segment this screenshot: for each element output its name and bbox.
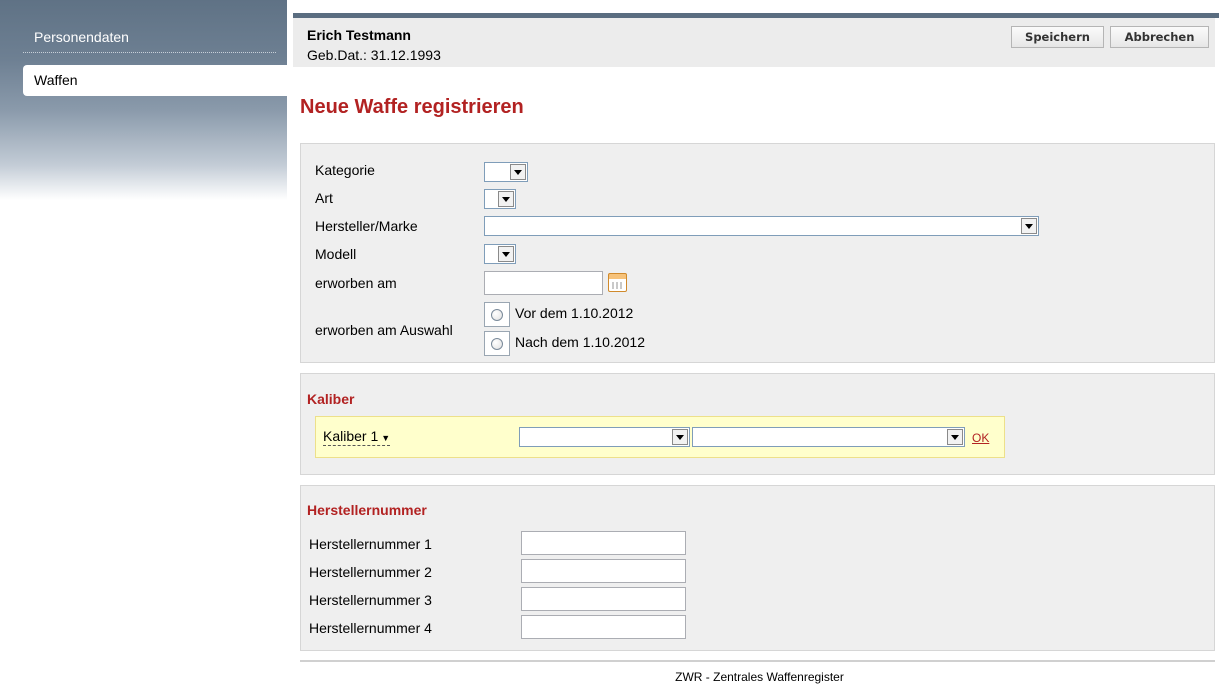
option-after-label[interactable]: Nach dem 1.10.2012 [515, 334, 645, 350]
serial-panel: Herstellernummer Herstellernummer 1 Hers… [300, 485, 1215, 651]
sidebar-item-personendaten[interactable]: Personendaten [23, 20, 276, 53]
chevron-down-icon[interactable] [672, 429, 688, 445]
modell-select[interactable] [484, 244, 516, 264]
chevron-down-icon[interactable] [510, 164, 526, 180]
hersteller-label: Hersteller/Marke [315, 218, 418, 234]
cancel-button[interactable]: Abbrechen [1110, 26, 1209, 48]
calibre-row: Kaliber 1 ▼ OK [315, 416, 1005, 458]
calibre-select-1[interactable] [519, 427, 690, 447]
person-header: Erich Testmann Geb.Dat.: 31.12.1993 Spei… [293, 18, 1215, 67]
calibre-row-text: Kaliber 1 [323, 428, 379, 444]
calibre-ok-link[interactable]: OK [972, 431, 989, 445]
calibre-section-title: Kaliber [307, 391, 355, 407]
sidebar-item-waffen[interactable]: Waffen [23, 65, 287, 96]
kategorie-label: Kategorie [315, 162, 375, 178]
calendar-icon[interactable] [608, 273, 627, 292]
chevron-down-icon[interactable] [947, 429, 963, 445]
chevron-down-icon[interactable] [1021, 218, 1037, 234]
serial-label-1: Herstellernummer 1 [309, 536, 432, 552]
save-button[interactable]: Speichern [1011, 26, 1104, 48]
chevron-down-icon[interactable] [498, 246, 514, 262]
page-title: Neue Waffe registrieren [300, 96, 524, 118]
serial-input-3[interactable] [521, 587, 686, 611]
footer-divider [300, 660, 1215, 662]
option-before-label[interactable]: Vor dem 1.10.2012 [515, 305, 633, 321]
calibre-select-2[interactable] [692, 427, 965, 447]
radio-icon[interactable] [491, 338, 503, 350]
erworben-label: erworben am [315, 275, 397, 291]
calibre-panel: Kaliber Kaliber 1 ▼ OK [300, 373, 1215, 475]
serial-input-1[interactable] [521, 531, 686, 555]
serial-input-2[interactable] [521, 559, 686, 583]
radio-icon[interactable] [491, 309, 503, 321]
general-panel: Kategorie Art Hersteller/Marke Modell er… [300, 143, 1215, 363]
hersteller-select[interactable] [484, 216, 1039, 236]
person-name: Erich Testmann [307, 27, 411, 43]
art-label: Art [315, 190, 333, 206]
calibre-row-label[interactable]: Kaliber 1 ▼ [323, 428, 391, 446]
art-select[interactable] [484, 189, 516, 209]
sidebar-item-label: Waffen [34, 72, 78, 88]
radio-box-after [484, 331, 510, 356]
person-birthdate: Geb.Dat.: 31.12.1993 [307, 47, 441, 63]
radio-box-before [484, 302, 510, 327]
sidebar-item-label: Personendaten [34, 29, 129, 45]
serial-label-2: Herstellernummer 2 [309, 564, 432, 580]
sidebar-nav: Personendaten Waffen [0, 0, 287, 200]
footer-text: ZWR - Zentrales Waffenregister [675, 670, 844, 684]
serial-label-4: Herstellernummer 4 [309, 620, 432, 636]
kategorie-select[interactable] [484, 162, 528, 182]
caret-down-icon: ▼ [381, 433, 391, 443]
chevron-down-icon[interactable] [498, 191, 514, 207]
serial-label-3: Herstellernummer 3 [309, 592, 432, 608]
erworben-date-input[interactable] [484, 271, 603, 295]
erworben-auswahl-label: erworben am Auswahl [315, 322, 453, 338]
serial-section-title: Herstellernummer [307, 502, 427, 518]
serial-input-4[interactable] [521, 615, 686, 639]
modell-label: Modell [315, 246, 357, 262]
